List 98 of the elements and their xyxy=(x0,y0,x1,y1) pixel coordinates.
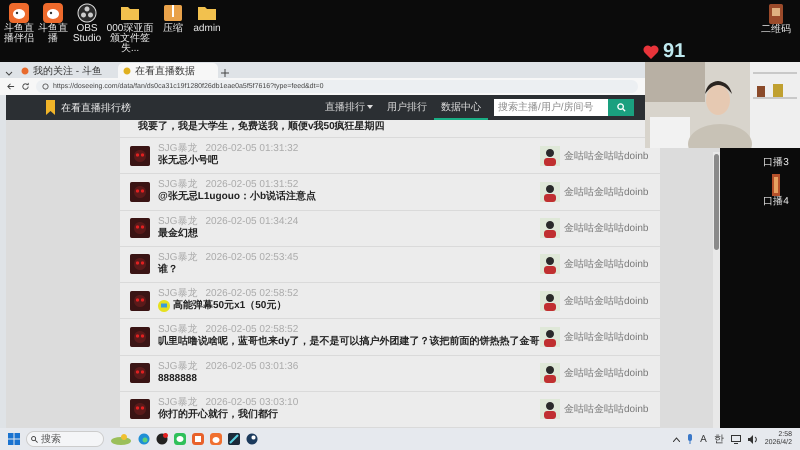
desktop-icon-label[interactable]: 斗鱼直播 xyxy=(36,24,70,44)
user-name: SJG暴龙 xyxy=(158,396,198,408)
input-indicator[interactable]: A xyxy=(700,434,707,444)
taskbar-search-field[interactable]: 搜索 xyxy=(26,431,104,447)
user-name: SJG暴龙 xyxy=(158,360,198,372)
windows-start-icon[interactable] xyxy=(8,433,20,445)
user-name: SJG暴龙 xyxy=(158,288,198,300)
streamer-name: 金咕咕金咕咕doinb xyxy=(564,150,648,163)
like-count: 91 xyxy=(663,40,686,63)
timestamp: 2026-02-05 03:03:10 xyxy=(205,396,298,408)
fish-app-icon xyxy=(9,3,29,23)
message-text: 谁？ xyxy=(158,262,178,277)
user-avatar xyxy=(130,182,150,202)
user-name: SJG暴龙 xyxy=(158,143,198,154)
timestamp: 2026-02-05 01:31:52 xyxy=(205,179,298,190)
timestamp: 2026-02-05 02:58:52 xyxy=(205,324,298,336)
timestamp: 2026-02-05 03:01:36 xyxy=(205,360,298,372)
streamer-name: 金咕咕金咕咕doinb xyxy=(564,258,648,272)
browser-tab[interactable]: 在看直播数据 xyxy=(118,63,218,78)
streamer-avatar xyxy=(540,146,560,166)
browser-tab[interactable]: 我的关注 - 斗鱼 xyxy=(16,63,116,78)
desktop-icon-label[interactable]: 000琛亚面颁文件签失... xyxy=(104,24,156,54)
message-text: 最金幻想 xyxy=(158,226,198,241)
app-icon xyxy=(769,4,783,24)
banner-icon xyxy=(772,174,780,196)
fish-app-icon[interactable] xyxy=(210,433,222,445)
app-icon[interactable] xyxy=(228,433,240,445)
site-title: 在看直播排行榜 xyxy=(61,102,131,114)
info-icon[interactable] xyxy=(42,83,49,90)
user-name: SJG暴龙 xyxy=(158,324,198,336)
caret-icon[interactable] xyxy=(673,436,680,442)
desktop-icon-label[interactable]: admin xyxy=(193,24,221,34)
timestamp: 2026-02-05 01:31:32 xyxy=(205,143,298,154)
nav-link[interactable]: 直播排行 xyxy=(318,95,380,120)
desktop-icon-label[interactable]: 口播4 xyxy=(763,197,789,207)
message-text: 8888888 xyxy=(158,372,197,386)
message-text: 你打的开心就行，我们都行 xyxy=(158,408,278,422)
microphone-icon[interactable] xyxy=(687,434,694,444)
back-icon[interactable] xyxy=(6,82,15,91)
streamer-avatar xyxy=(540,326,560,347)
search-field[interactable]: 搜索主播/用户/房间号 xyxy=(494,99,608,116)
browser-app-icon[interactable] xyxy=(138,433,150,445)
streamer-name: 金咕咕金咕咕doinb xyxy=(564,186,648,199)
gift-icon xyxy=(158,300,170,312)
user-name: SJG暴龙 xyxy=(158,179,198,190)
volume-icon[interactable] xyxy=(748,434,758,444)
user-avatar xyxy=(130,146,150,166)
message-text: @张无忌L1ugouo：小b说话注意点 xyxy=(158,190,316,204)
app-icon[interactable] xyxy=(156,433,168,445)
streamer-name: 金咕咕金咕咕doinb xyxy=(564,366,648,380)
fish-app-icon xyxy=(43,3,63,23)
bookmark-logo-icon xyxy=(46,100,55,115)
message-text: 我要了，我是大学生，免费送我，顺便v我50疯狂星期四 xyxy=(138,120,385,134)
user-avatar xyxy=(130,326,150,347)
streamer-name: 金咕咕金咕咕doinb xyxy=(564,402,648,416)
user-name: SJG暴龙 xyxy=(158,252,198,263)
streamer-avatar xyxy=(540,218,560,238)
timestamp: 2026-02-05 02:58:52 xyxy=(205,288,298,300)
timestamp: 2026-02-05 02:53:45 xyxy=(205,252,298,263)
favicon-icon xyxy=(123,66,131,74)
search-button[interactable] xyxy=(608,99,634,116)
desktop-icon-label[interactable]: OBS Studio xyxy=(70,24,104,44)
scrollbar[interactable] xyxy=(713,152,720,428)
streamer-name: 金咕咕金咕咕doinb xyxy=(564,222,648,236)
streamer-avatar xyxy=(540,399,560,420)
user-avatar xyxy=(130,399,150,420)
search-icon xyxy=(31,436,38,442)
user-avatar xyxy=(130,290,150,311)
desktop-icon-label[interactable]: 口播3 xyxy=(763,158,789,168)
streamer-name: 金咕咕金咕咕doinb xyxy=(564,330,648,344)
nav-link[interactable]: 用户排行 xyxy=(380,95,434,120)
desktop-icon-label[interactable]: 压缩 xyxy=(163,24,183,34)
input-indicator[interactable]: 한 xyxy=(714,432,724,446)
message-text: 高能弹幕50元x1（50元） xyxy=(173,299,286,314)
streamer-name: 金咕咕金咕咕doinb xyxy=(564,294,648,308)
timestamp: 2026-02-05 01:34:24 xyxy=(205,216,298,227)
scroll-thumb[interactable] xyxy=(714,154,719,250)
obs-icon xyxy=(77,3,97,23)
message-text: 叽里咕噜说啥呢，蓝哥也来dy了，是不是可以搞户外团建了？该把前面的饼热热了金哥 xyxy=(158,335,540,350)
streamer-avatar xyxy=(540,254,560,274)
archive-icon xyxy=(163,3,183,23)
desktop-icon-label[interactable]: 斗鱼直播伴侣 xyxy=(2,24,36,44)
new-tab-icon[interactable] xyxy=(220,68,230,78)
message-text: 张无忌小号吧 xyxy=(158,154,218,168)
reload-icon[interactable] xyxy=(21,82,30,91)
user-avatar xyxy=(130,363,150,384)
desktop-icon-label[interactable]: 二维码 xyxy=(761,25,791,35)
steam-icon[interactable] xyxy=(246,433,258,445)
streamer-avatar xyxy=(540,182,560,202)
search-icon xyxy=(616,103,626,112)
favicon-icon xyxy=(21,66,29,74)
heart-icon xyxy=(643,44,659,58)
streamer-avatar xyxy=(540,290,560,311)
user-avatar xyxy=(130,218,150,238)
user-avatar xyxy=(130,254,150,274)
user-name: SJG暴龙 xyxy=(158,216,198,227)
streamer-avatar xyxy=(540,363,560,384)
monitor-icon[interactable] xyxy=(730,434,741,444)
